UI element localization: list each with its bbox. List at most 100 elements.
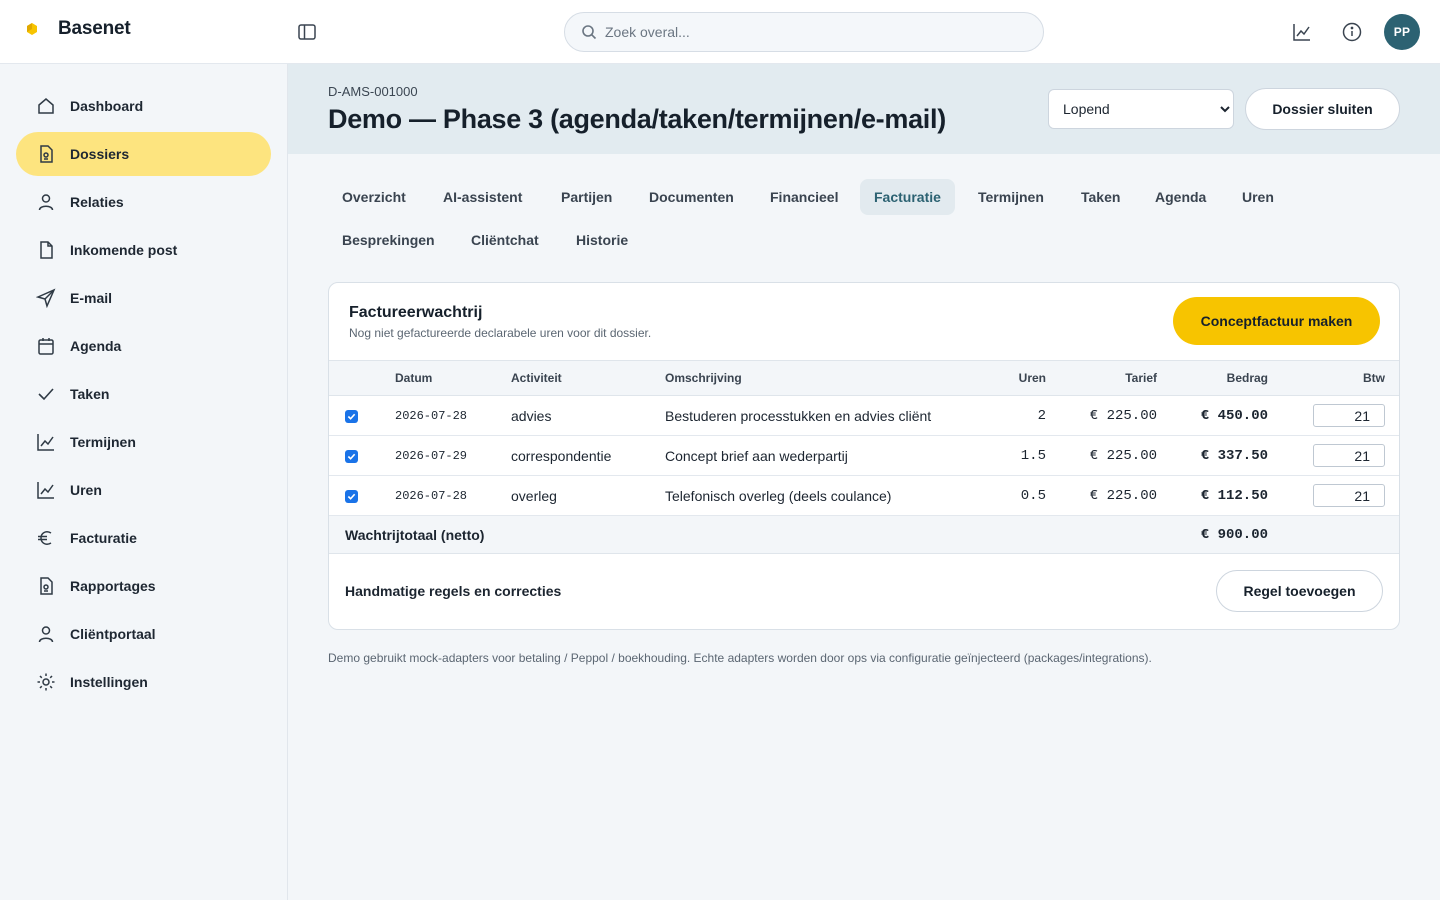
- total-label: Wachtrijtotaal (netto): [329, 515, 995, 554]
- cell-datum: 2026-07-29: [395, 435, 511, 476]
- tab-clientchat[interactable]: Cliëntchat: [457, 222, 553, 258]
- cell-uren: 0.5: [995, 475, 1046, 516]
- btw-input[interactable]: [1313, 444, 1385, 467]
- cell-datum: 2026-07-28: [395, 475, 511, 516]
- sidebar-item-facturatie[interactable]: Facturatie: [16, 516, 271, 560]
- status-select[interactable]: Lopend: [1048, 89, 1234, 129]
- sidebar-item-termijnen[interactable]: Termijnen: [16, 420, 271, 464]
- sidebar-item-relaties[interactable]: Relaties: [16, 180, 271, 224]
- tab-facturatie[interactable]: Facturatie: [860, 179, 955, 215]
- billing-queue-table: Datum Activiteit Omschrijving Uren Tarie…: [329, 360, 1399, 554]
- column-header-omschrijving: Omschrijving: [665, 360, 995, 396]
- cell-tarief: € 225.00: [1046, 475, 1157, 516]
- card-subtitle: Nog niet gefactureerde declarabele uren …: [349, 326, 652, 340]
- tab-partijen[interactable]: Partijen: [547, 179, 626, 215]
- column-header-activiteit: Activiteit: [511, 360, 665, 396]
- row-checkbox[interactable]: [345, 410, 358, 424]
- close-dossier-button[interactable]: Dossier sluiten: [1245, 88, 1400, 130]
- info-button[interactable]: [1340, 20, 1364, 44]
- cell-bedrag: € 112.50: [1157, 475, 1268, 516]
- sidebar-item-label: Uren: [70, 482, 102, 498]
- column-header-uren: Uren: [995, 360, 1046, 396]
- sidebar-item-label: Dossiers: [70, 146, 130, 162]
- total-row: Wachtrijtotaal (netto) € 900.00: [329, 515, 1399, 554]
- tab-agenda[interactable]: Agenda: [1141, 179, 1220, 215]
- chart-line-icon: [1293, 24, 1310, 41]
- sidebar-item-inkomende-post[interactable]: Inkomende post: [16, 228, 271, 272]
- cell-omschrijving: Bestuderen processtukken en advies cliën…: [665, 395, 995, 436]
- cell-bedrag: € 337.50: [1157, 435, 1268, 476]
- add-line-button[interactable]: Regel toevoegen: [1216, 570, 1383, 612]
- tab-termijnen[interactable]: Termijnen: [964, 179, 1058, 215]
- cell-omschrijving: Telefonisch overleg (deels coulance): [665, 475, 995, 516]
- chart-line-icon: [36, 480, 56, 500]
- column-header-btw: Btw: [1268, 360, 1399, 396]
- sidebar-item-uren[interactable]: Uren: [16, 468, 271, 512]
- cell-tarief: € 225.00: [1046, 395, 1157, 436]
- sidebar-item-label: Agenda: [70, 338, 122, 354]
- dossier-id: D-AMS-001000: [328, 84, 418, 99]
- sidebar-item-label: Rapportages: [70, 578, 156, 594]
- checkmark-icon: [347, 454, 356, 461]
- cell-activiteit: correspondentie: [511, 435, 665, 476]
- tab-besprekingen[interactable]: Besprekingen: [328, 222, 449, 258]
- search-input[interactable]: [605, 24, 1025, 40]
- sidebar-item-email[interactable]: E-mail: [16, 276, 271, 320]
- billing-queue-card: Factureerwachtrij Nog niet gefactureerde…: [328, 282, 1400, 630]
- sidebar-item-instellingen[interactable]: Instellingen: [16, 660, 271, 704]
- search-icon: [582, 25, 597, 40]
- checkmark-icon: [347, 414, 356, 421]
- btw-input[interactable]: [1313, 484, 1385, 507]
- sidebar-toggle-button[interactable]: [295, 20, 319, 44]
- brand-logo-icon: [27, 23, 37, 35]
- tab-historie[interactable]: Historie: [562, 222, 642, 258]
- sidebar-item-dashboard[interactable]: Dashboard: [16, 84, 271, 128]
- euro-icon: [36, 528, 56, 548]
- chart-line-icon: [36, 432, 56, 452]
- global-search[interactable]: [564, 12, 1044, 52]
- app-name: Basenet: [58, 18, 131, 39]
- tab-documenten[interactable]: Documenten: [635, 179, 748, 215]
- sidebar-item-label: Instellingen: [70, 674, 148, 690]
- sidebar-item-rapportages[interactable]: Rapportages: [16, 564, 271, 608]
- row-checkbox[interactable]: [345, 490, 358, 504]
- btw-input[interactable]: [1313, 404, 1385, 427]
- checkmark-icon: [347, 494, 356, 501]
- analytics-button[interactable]: [1290, 20, 1314, 44]
- user-avatar[interactable]: PP: [1384, 14, 1420, 50]
- sidebar-item-label: Cliëntportaal: [70, 626, 156, 642]
- table-row: 2026-07-28 advies Bestuderen processtukk…: [329, 395, 1399, 436]
- cell-activiteit: overleg: [511, 475, 665, 516]
- sidebar-item-agenda[interactable]: Agenda: [16, 324, 271, 368]
- sidebar-item-label: Dashboard: [70, 98, 144, 114]
- sidebar-item-label: Facturatie: [70, 530, 137, 546]
- cell-uren: 1.5: [995, 435, 1046, 476]
- tab-taken[interactable]: Taken: [1067, 179, 1134, 215]
- brand[interactable]: Basenet: [24, 18, 131, 40]
- sidebar-item-clientportaal[interactable]: Cliëntportaal: [16, 612, 271, 656]
- column-header-tarief: Tarief: [1046, 360, 1157, 396]
- tab-ai-assistent[interactable]: AI-assistent: [429, 179, 536, 215]
- total-value: € 900.00: [1157, 515, 1268, 554]
- top-bar: Basenet PP: [0, 0, 1440, 64]
- calendar-icon: [36, 336, 56, 356]
- file-icon: [36, 240, 56, 260]
- cell-tarief: € 225.00: [1046, 435, 1157, 476]
- tab-overzicht[interactable]: Overzicht: [328, 179, 420, 215]
- sidebar-item-dossiers[interactable]: Dossiers: [16, 132, 271, 176]
- tab-uren[interactable]: Uren: [1228, 179, 1288, 215]
- panel-left-icon: [298, 24, 316, 40]
- check-icon: [36, 384, 56, 404]
- row-checkbox[interactable]: [345, 450, 358, 464]
- create-draft-invoice-button[interactable]: Conceptfactuur maken: [1173, 297, 1380, 345]
- tab-financieel[interactable]: Financieel: [756, 179, 852, 215]
- page-title: Demo — Phase 3 (agenda/taken/termijnen/e…: [328, 104, 946, 134]
- table-row: 2026-07-29 correspondentie Concept brief…: [329, 435, 1399, 476]
- cell-omschrijving: Concept brief aan wederpartij: [665, 435, 995, 476]
- sidebar-item-label: Inkomende post: [70, 242, 178, 258]
- send-icon: [36, 288, 56, 308]
- card-title: Factureerwachtrij: [349, 304, 483, 321]
- sidebar-item-taken[interactable]: Taken: [16, 372, 271, 416]
- settings-sun-icon: [36, 672, 56, 692]
- home-icon: [36, 96, 56, 116]
